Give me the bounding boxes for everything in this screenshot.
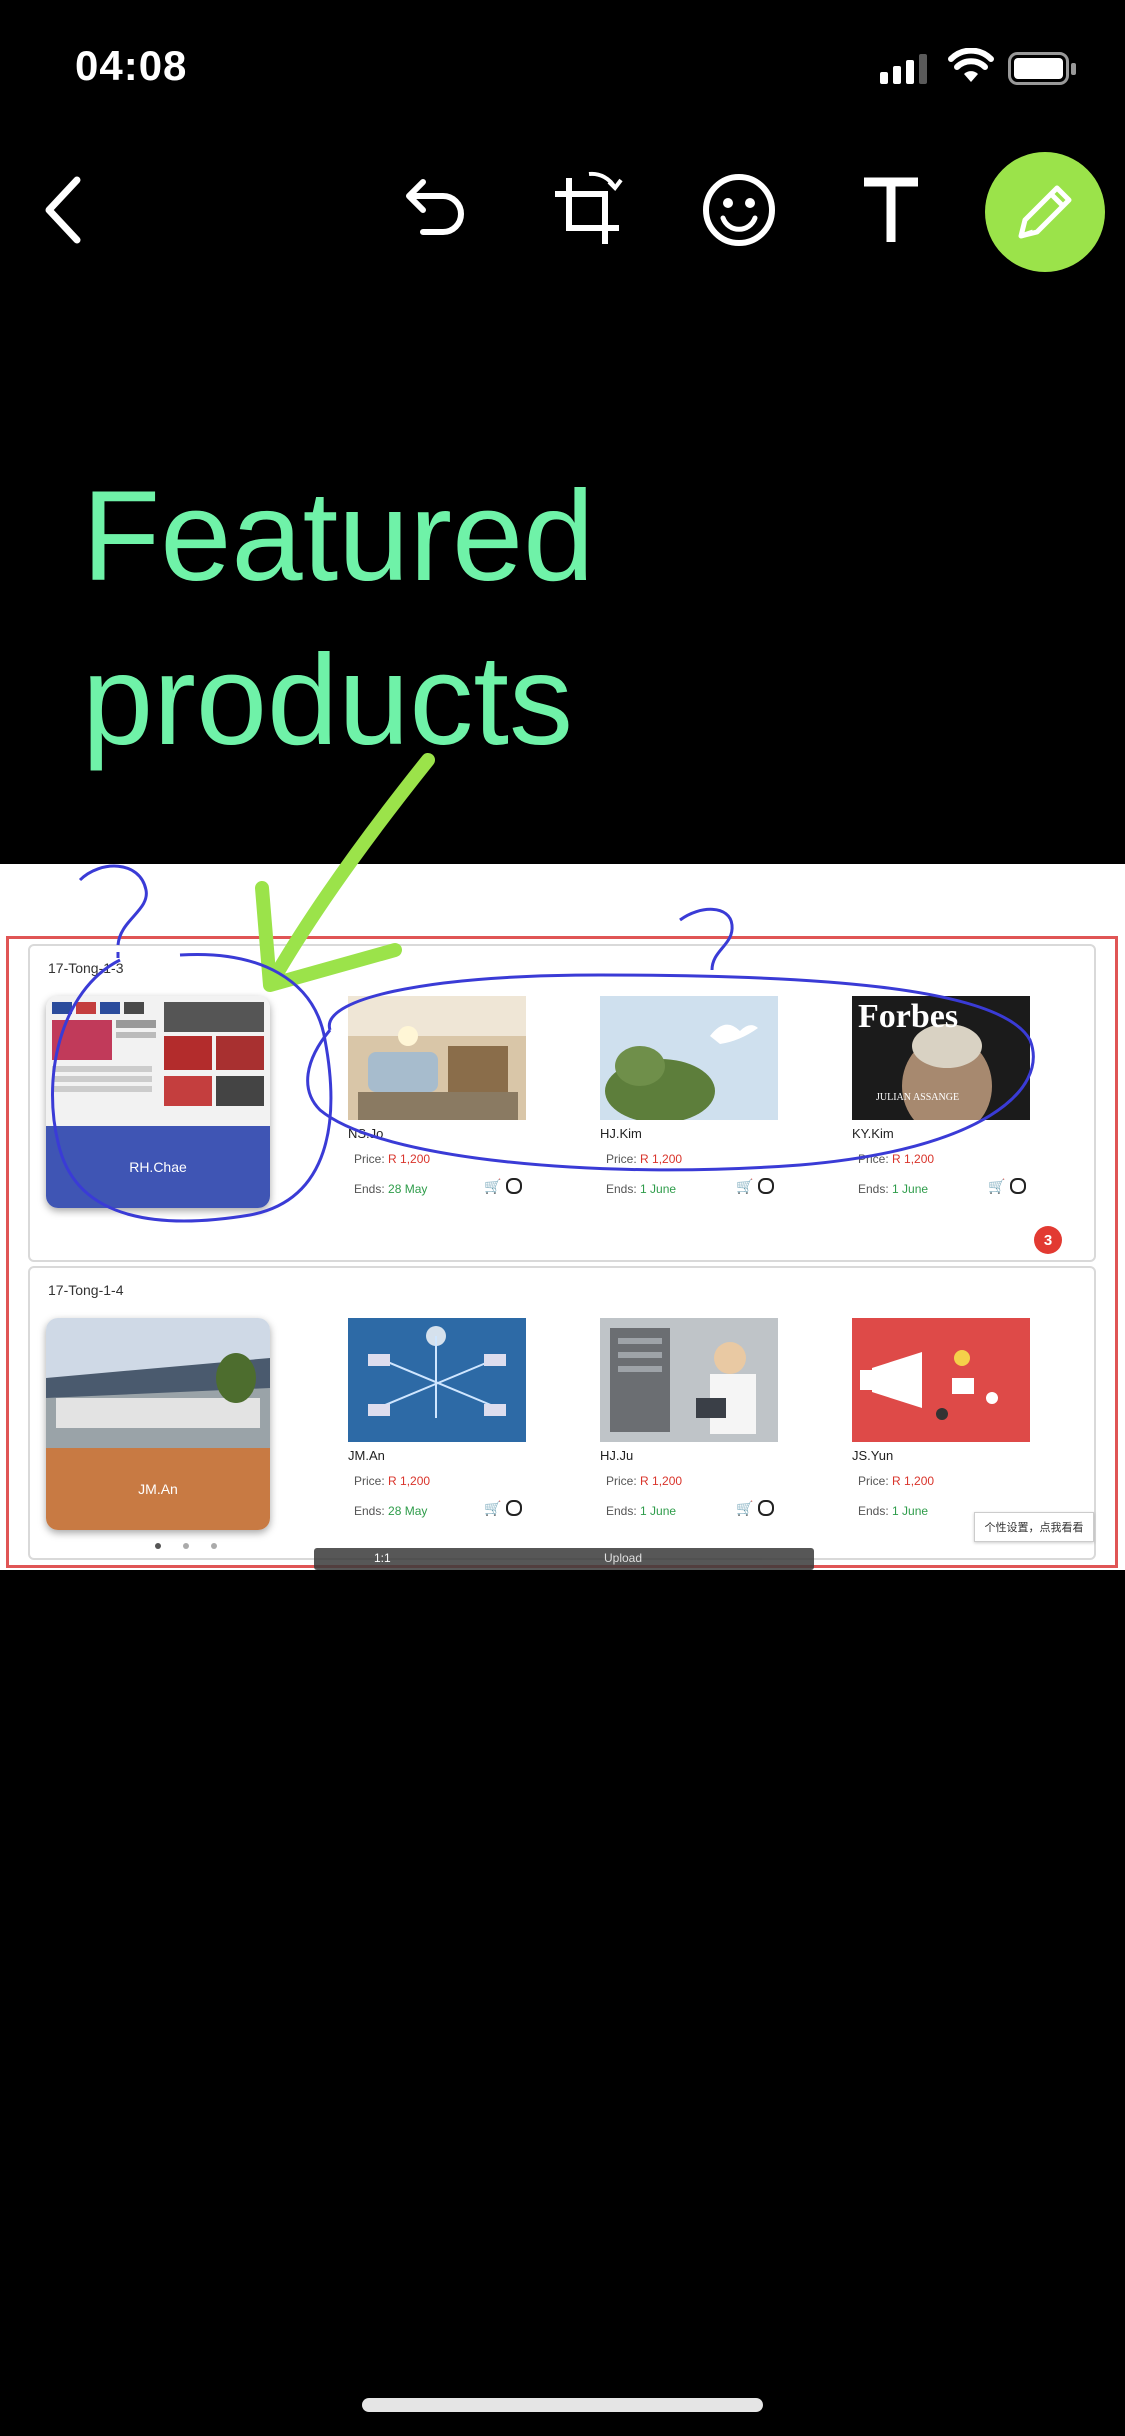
blue-question-left (78, 864, 148, 958)
blue-question-center (679, 907, 734, 971)
home-indicator[interactable] (362, 2398, 763, 2412)
green-arrow (269, 753, 435, 982)
blue-ellipse-products (306, 973, 1035, 1172)
drawing-overlay (51, 753, 1035, 1223)
blue-circle-featured (51, 952, 333, 1223)
